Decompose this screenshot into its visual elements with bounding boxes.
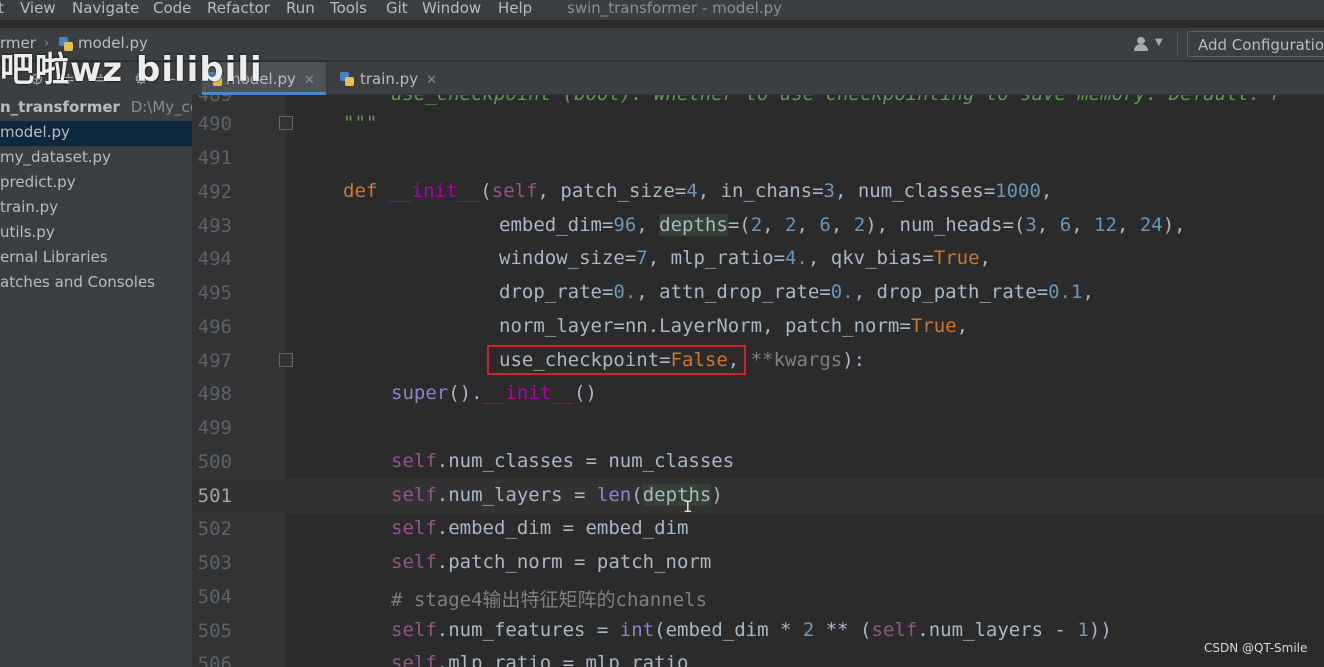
code-line: 493 embed_dim=96, depths=(2, 2, 6, 2), n… [192,209,1324,243]
line-number: 503 [197,552,232,574]
code-line: 494 window_size=7, mlp_ratio=4., qkv_bia… [192,242,1324,276]
line-number: 490 [197,113,232,135]
tree-item-external-libraries[interactable]: ernal Libraries [0,246,192,271]
tree-item-label: atches and Consoles [0,273,155,291]
menu-run[interactable]: Run [286,0,315,17]
code-line: 502 self.embed_dim = embed_dim [192,512,1324,546]
menu-git[interactable]: Git [386,0,408,17]
code-line: 503 self.patch_norm = patch_norm [192,546,1324,580]
code-text: self.num_classes = num_classes [391,450,735,472]
menu-navigate[interactable]: Navigate [72,0,139,17]
line-number: 501 [197,485,232,507]
tree-item-predict-py[interactable]: predict.py [0,171,192,196]
code-line: 500 self.num_classes = num_classes [192,445,1324,479]
line-number: 491 [197,147,232,169]
code-line: 496 norm_layer=nn.LayerNorm, patch_norm=… [192,310,1324,344]
line-number: 496 [197,316,232,338]
tab-train-py[interactable]: train.py ✕ [338,62,448,95]
code-text: self.embed_dim = embed_dim [391,517,689,539]
line-number: 506 [197,653,232,667]
tree-item-utils-py[interactable]: utils.py [0,221,192,246]
code-text: norm_layer=nn.LayerNorm, patch_norm=True… [499,315,969,337]
line-number: 498 [197,383,232,405]
add-configuration-button[interactable]: Add Configuratio [1187,31,1324,57]
divider [1177,33,1178,55]
menu-window[interactable]: Window [422,0,481,17]
tree-item-scratches[interactable]: atches and Consoles [0,271,192,296]
tree-item-label: utils.py [0,223,55,241]
code-text: self.patch_norm = patch_norm [391,551,712,573]
root-project-path: D:\My_code [130,98,192,116]
code-text: self.num_layers = len(depths) [391,484,723,506]
tree-item-model-py[interactable]: model.py [0,121,192,146]
menu-help[interactable]: Help [498,0,532,17]
docstring-text: use_checkpoint (bool): Whether to use ch… [391,95,1283,105]
menu-code[interactable]: Code [153,0,191,17]
close-icon[interactable]: ✕ [426,73,437,88]
window-title: swin_transformer - model.py [567,0,783,17]
line-number: 500 [197,451,232,473]
code-line: 495 drop_rate=0., attn_drop_rate=0., dro… [192,276,1324,310]
code-line: 490 """ [192,107,1324,141]
code-line: 498 super().__init__() [192,377,1324,411]
tree-item-my-dataset-py[interactable]: my_dataset.py [0,146,192,171]
bilibili-watermark: 吧啦wz bilibili [0,50,263,90]
code-line: 497 use_checkpoint=False, **kwargs): [192,344,1324,378]
line-number: 497 [197,350,232,372]
fold-marker-icon[interactable] [279,116,293,130]
tree-item-label: predict.py [0,173,76,191]
tree-item-train-py[interactable]: train.py [0,196,192,221]
close-icon[interactable]: ✕ [304,73,315,88]
highlight-box [487,345,746,375]
line-number: 493 [197,215,232,237]
line-number: 494 [197,248,232,270]
code-text: window_size=7, mlp_ratio=4., qkv_bias=Tr… [499,247,991,269]
code-text: self.num_features = int(embed_dim * 2 **… [391,619,1112,641]
code-text: super().__init__() [391,382,597,404]
line-number: 499 [197,417,232,439]
line-number: 492 [197,181,232,203]
code-line: 491 [192,141,1324,175]
line-number: 495 [197,282,232,304]
menu-edit[interactable]: t [0,0,4,17]
code-text: embed_dim=96, depths=(2, 2, 6, 2), num_h… [499,214,1186,236]
code-line-current: 501 self.num_layers = len(depths) [192,479,1324,513]
python-file-icon [340,72,354,86]
line-number: 502 [197,518,232,540]
menu-view[interactable]: View [20,0,56,17]
menu-refactor[interactable]: Refactor [207,0,270,17]
code-line: 504 # stage4输出特征矩阵的channels [192,580,1324,614]
code-text: self.mlp_ratio = mlp_ratio [391,652,689,667]
line-number: 504 [197,586,232,608]
tree-item-label: my_dataset.py [0,148,111,166]
code-text: def __init__(self, patch_size=4, in_chan… [343,180,1053,202]
user-icon[interactable] [1133,37,1149,51]
csdn-watermark: CSDN @QT-Smile [1204,641,1308,655]
code-line: 505 self.num_features = int(embed_dim * … [192,614,1324,648]
menu-bar: t View Navigate Code Refactor Run Tools … [0,0,1324,20]
line-number: 505 [197,620,232,642]
menu-tools[interactable]: Tools [330,0,367,17]
text-cursor-icon: I [683,497,693,516]
line-number: 489 [197,95,232,106]
docstring-close: """ [343,112,378,134]
root-project-name: n_transformer [0,98,120,116]
project-tool-window: ⊕ ≑ ≐ ⚙ – n_transformer D:\My_code model… [0,62,192,667]
code-editor[interactable]: 489 use_checkpoint (bool): Whether to us… [192,95,1324,667]
tree-item-label: model.py [0,123,70,141]
tree-root[interactable]: n_transformer D:\My_code [0,96,192,121]
code-line: 506 self.mlp_ratio = mlp_ratio [192,647,1324,667]
tree-item-label: ernal Libraries [0,248,108,266]
code-text: drop_rate=0., attn_drop_rate=0., drop_pa… [499,281,1094,303]
tab-label: train.py [360,70,419,88]
code-line: 499 [192,411,1324,445]
fold-marker-icon[interactable] [279,353,293,367]
tree-item-label: train.py [0,198,59,216]
chevron-down-icon[interactable]: ▼ [1155,37,1163,48]
code-line: 492 def __init__(self, patch_size=4, in_… [192,175,1324,209]
editor-tab-bar: model.py ✕ train.py ✕ [192,62,1324,95]
code-comment: # stage4输出特征矩阵的channels [391,589,708,611]
